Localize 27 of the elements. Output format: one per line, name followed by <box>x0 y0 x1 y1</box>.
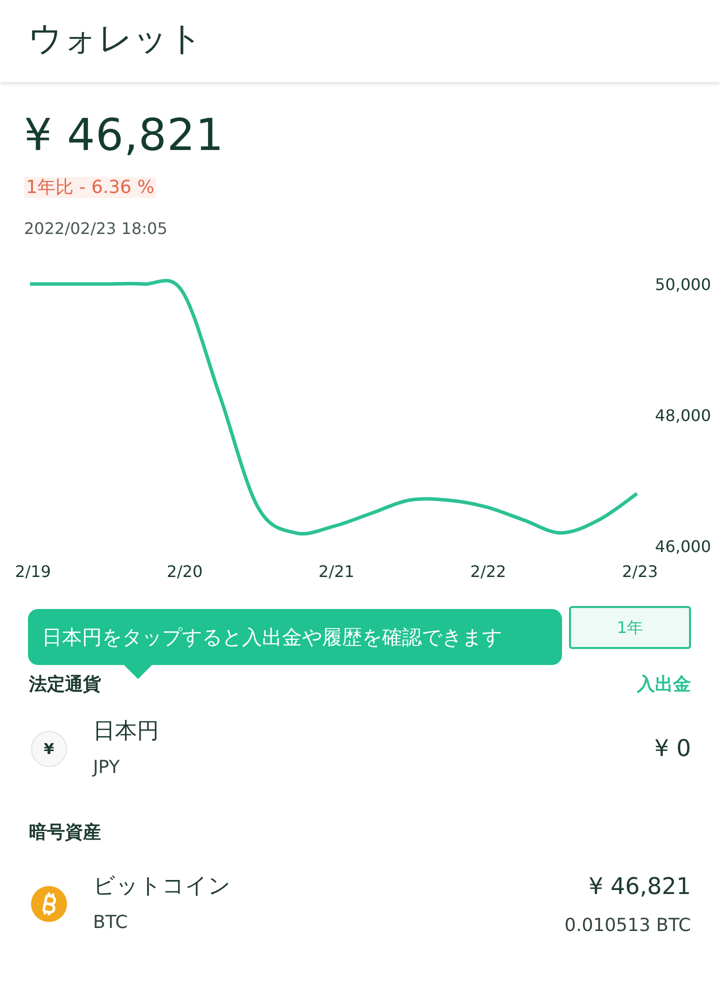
section-heading: 法定通貨 <box>29 673 101 697</box>
asset-row[interactable]: ビットコイン BTC ¥ 46,821 0.010513 BTC <box>0 846 720 939</box>
asset-value: ¥ 46,821 <box>588 872 691 902</box>
section-heading: 暗号資産 <box>29 820 101 844</box>
y-axis-label: 50,000 <box>655 275 711 294</box>
asset-name: 日本円 <box>93 718 160 746</box>
change-text: 1年比 - 6.36 % <box>24 177 156 198</box>
x-axis-label: 2/19 <box>15 562 51 581</box>
balance-amount: ¥ 46,821 <box>24 114 225 158</box>
asset-code: BTC <box>93 910 129 934</box>
bitcoin-icon <box>31 886 67 922</box>
asset-row[interactable]: ¥ 日本円 JPY ¥ 0 <box>0 698 720 780</box>
page-title: ウォレット <box>28 18 204 61</box>
x-axis-label: 2/20 <box>166 562 203 581</box>
y-axis-label: 48,000 <box>655 406 711 425</box>
asset-value: ¥ 0 <box>654 735 691 764</box>
x-axis-label: 2/23 <box>622 562 658 581</box>
y-axis-label: 46,000 <box>655 537 711 556</box>
asset-amount: 0.010513 BTC <box>564 914 691 938</box>
tooltip-pointer <box>124 665 152 679</box>
timestamp: 2022/02/23 18:05 <box>24 219 168 238</box>
asset-code: JPY <box>93 756 121 780</box>
x-axis-label: 2/22 <box>470 562 506 581</box>
yen-icon: ¥ <box>31 731 67 768</box>
tooltip-bubble: 日本円をタップすると入出金や履歴を確認できます <box>28 609 562 665</box>
asset-name: ビットコイン <box>93 873 232 900</box>
x-axis-label: 2/21 <box>318 562 354 581</box>
